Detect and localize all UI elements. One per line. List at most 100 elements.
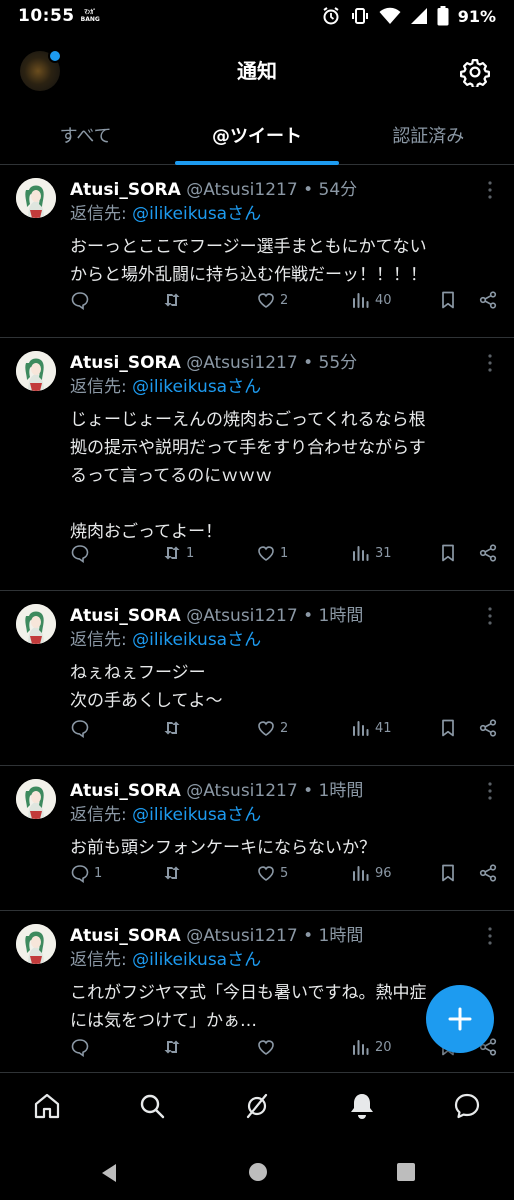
retweet-button[interactable]: 1 (162, 541, 194, 565)
retweet-button[interactable] (162, 716, 186, 740)
like-button[interactable]: 1 (256, 541, 288, 565)
signal-icon (410, 8, 427, 24)
like-button[interactable]: 5 (256, 861, 288, 885)
share-button[interactable] (478, 861, 498, 885)
reply-icon (71, 545, 89, 563)
more-options-icon[interactable] (488, 927, 492, 945)
author-name[interactable]: Atusi_SORA (70, 781, 181, 801)
retweet-button[interactable] (162, 288, 186, 312)
views-icon (353, 866, 369, 881)
timestamp[interactable]: 1時間 (319, 781, 364, 801)
reply-to-user[interactable]: @ilikeikusaさん (132, 630, 261, 650)
retweet-icon (164, 721, 180, 735)
views-button[interactable]: 40 (351, 288, 392, 312)
reply-context: 返信先: @ilikeikusaさん (70, 202, 474, 226)
status-bar: 10:55 ﾏﾝｶﾞ BANG 91% (0, 0, 514, 32)
reply-button[interactable]: 1 (70, 861, 102, 885)
clock: 10:55 (18, 6, 75, 26)
tweet-text: じょーじょーえんの焼肉おごってくれるなら根 拠の提示や説明だって手をすり合わせな… (70, 410, 426, 542)
timestamp[interactable]: 1時間 (319, 926, 364, 946)
bookmark-button[interactable] (438, 861, 458, 885)
timestamp[interactable]: 1時間 (319, 606, 364, 626)
author-avatar[interactable] (16, 924, 56, 964)
author-avatar[interactable] (16, 178, 56, 218)
more-options-icon[interactable] (488, 181, 492, 199)
like-button[interactable] (256, 1035, 280, 1059)
author-handle[interactable]: @Atsusi1217 (186, 353, 297, 373)
reply-button[interactable] (70, 541, 94, 565)
reply-to-user[interactable]: @ilikeikusaさん (132, 204, 261, 224)
tweet-row[interactable]: Atusi_SORA @Atsusi1217 • 1時間 返信先: @ilikei… (0, 591, 514, 766)
views-icon (353, 546, 369, 561)
author-name[interactable]: Atusi_SORA (70, 606, 181, 626)
reply-icon (71, 865, 89, 883)
home-circle-icon[interactable] (248, 1162, 268, 1182)
author-avatar[interactable] (16, 604, 56, 644)
recents-icon[interactable] (396, 1162, 416, 1182)
like-icon (258, 293, 274, 308)
timestamp[interactable]: 55分 (319, 353, 358, 373)
retweet-button[interactable] (162, 861, 186, 885)
views-button[interactable]: 96 (351, 861, 392, 885)
communities-icon[interactable] (242, 1091, 272, 1121)
search-icon[interactable] (137, 1091, 167, 1121)
tweet-row[interactable]: Atusi_SORA @Atsusi1217 • 1時間 返信先: @ilikei… (0, 766, 514, 911)
share-button[interactable] (478, 541, 498, 565)
like-button[interactable]: 2 (256, 716, 288, 740)
views-button[interactable]: 31 (351, 541, 392, 565)
tab-mentions-label: @ツイート (211, 126, 302, 147)
tab-all[interactable]: すべて (0, 108, 171, 164)
like-count: 2 (280, 292, 289, 308)
more-options-icon[interactable] (488, 607, 492, 625)
gear-icon[interactable] (460, 57, 490, 87)
notifications-icon[interactable] (347, 1091, 377, 1121)
back-icon[interactable] (98, 1162, 120, 1184)
retweet-button[interactable] (162, 1035, 186, 1059)
author-handle[interactable]: @Atsusi1217 (186, 180, 297, 200)
reply-prefix: 返信先: (70, 377, 133, 397)
like-icon (258, 866, 274, 881)
author-name[interactable]: Atusi_SORA (70, 180, 181, 200)
author-avatar[interactable] (16, 779, 56, 819)
views-button[interactable]: 41 (351, 716, 392, 740)
reply-to-user[interactable]: @ilikeikusaさん (132, 805, 261, 825)
compose-button[interactable] (426, 985, 494, 1053)
reply-button[interactable] (70, 288, 94, 312)
author-name[interactable]: Atusi_SORA (70, 353, 181, 373)
author-name[interactable]: Atusi_SORA (70, 926, 181, 946)
author-avatar[interactable] (16, 351, 56, 391)
more-options-icon[interactable] (488, 354, 492, 372)
author-handle[interactable]: @Atsusi1217 (186, 926, 297, 946)
author-handle[interactable]: @Atsusi1217 (186, 781, 297, 801)
tweet-header: Atusi_SORA @Atsusi1217 • 1時間 (70, 604, 474, 628)
tweet-row[interactable]: Atusi_SORA @Atsusi1217 • 54分 返信先: @ilikei… (0, 165, 514, 338)
plus-icon (448, 1007, 472, 1031)
views-button[interactable]: 20 (351, 1035, 392, 1059)
reply-button[interactable] (70, 1035, 94, 1059)
tab-mentions[interactable]: @ツイート (171, 108, 342, 165)
share-button[interactable] (478, 716, 498, 740)
messages-icon[interactable] (452, 1091, 482, 1121)
share-button[interactable] (478, 288, 498, 312)
home-icon[interactable] (32, 1091, 62, 1121)
share-icon (479, 864, 497, 882)
reply-to-user[interactable]: @ilikeikusaさん (132, 950, 261, 970)
author-handle[interactable]: @Atsusi1217 (186, 606, 297, 626)
reply-to-user[interactable]: @ilikeikusaさん (132, 377, 261, 397)
tweet-row[interactable]: Atusi_SORA @Atsusi1217 • 55分 返信先: @ilikei… (0, 338, 514, 591)
reply-button[interactable] (70, 716, 94, 740)
more-options-icon[interactable] (488, 782, 492, 800)
retweet-icon (164, 866, 180, 880)
view-count: 31 (375, 545, 392, 561)
reply-prefix: 返信先: (70, 204, 133, 224)
tab-verified[interactable]: 認証済み (343, 108, 514, 164)
share-icon (479, 291, 497, 309)
bookmark-button[interactable] (438, 541, 458, 565)
bookmark-button[interactable] (438, 716, 458, 740)
like-button[interactable]: 2 (256, 288, 288, 312)
view-count: 96 (375, 865, 392, 881)
views-icon (353, 293, 369, 308)
bookmark-button[interactable] (438, 288, 458, 312)
tab-verified-label: 認証済み (392, 126, 465, 147)
timestamp[interactable]: 54分 (319, 180, 358, 200)
